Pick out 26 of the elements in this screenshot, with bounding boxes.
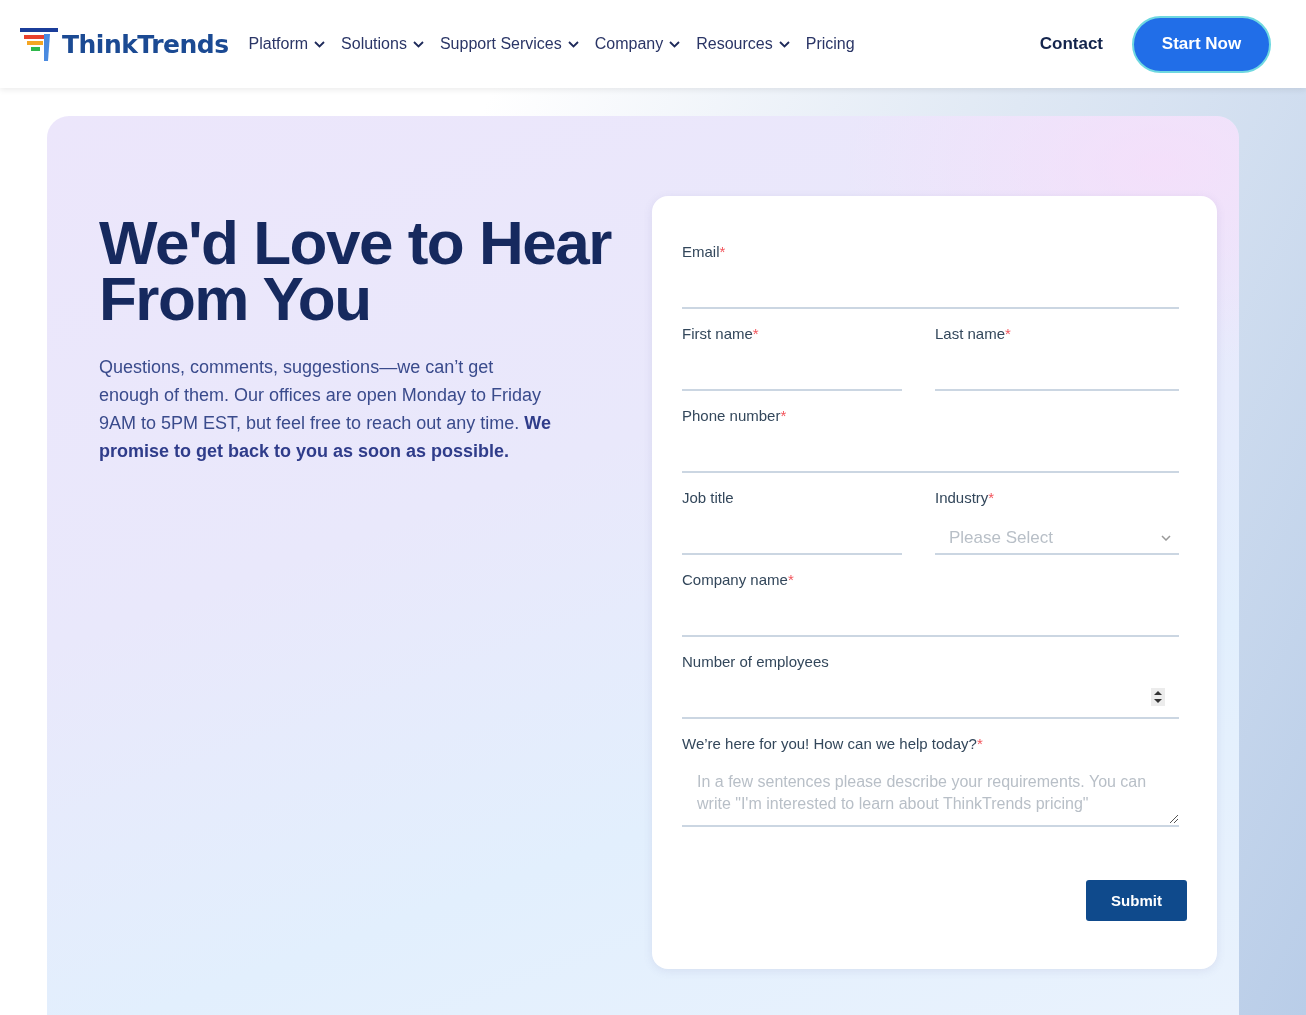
field-label: Phone number* [682,407,788,426]
nav-menu-item[interactable]: Solutions [341,35,424,53]
nav-menu-item[interactable]: Resources [696,35,790,53]
logo[interactable]: ThinkTrends [20,27,229,61]
start-now-button[interactable]: Start Now [1132,15,1271,73]
nav-menu-item[interactable]: Pricing [805,35,855,53]
chevron-down-icon [1161,535,1171,541]
field-label: Job title [682,489,735,508]
field-label: Last name* [935,325,1012,344]
field-label: Industry* [935,489,996,508]
number-input-field[interactable] [682,687,1179,719]
field-label: First name* [682,325,760,344]
submit-button[interactable]: Submit [1086,880,1187,921]
logo-icon [20,27,58,61]
nav-menu-item[interactable]: Company [594,35,681,53]
nav-menu-item[interactable]: Support Services [439,35,579,53]
field-label: Number of employees [682,653,830,672]
nav-menu-item[interactable]: Platform [248,35,326,53]
field-label: We’re here for you! How can we help today?* [682,735,984,754]
field-label: Company name* [682,571,795,590]
page-heading: We'd Love to Hear From You [99,215,613,327]
intro-paragraph: Questions, comments, suggestions—we can’t get enough of them. Our offices are open Monday to Friday 9AM to 5PM EST, but feel free to reach out any time. We promise to get back to you as soon as possible. [99,356,552,463]
spinner-icon[interactable] [1151,688,1165,706]
contact-link[interactable]: Contact [1039,34,1103,54]
resize-grip-icon[interactable] [1169,814,1178,823]
field-label: Email* [682,243,727,262]
